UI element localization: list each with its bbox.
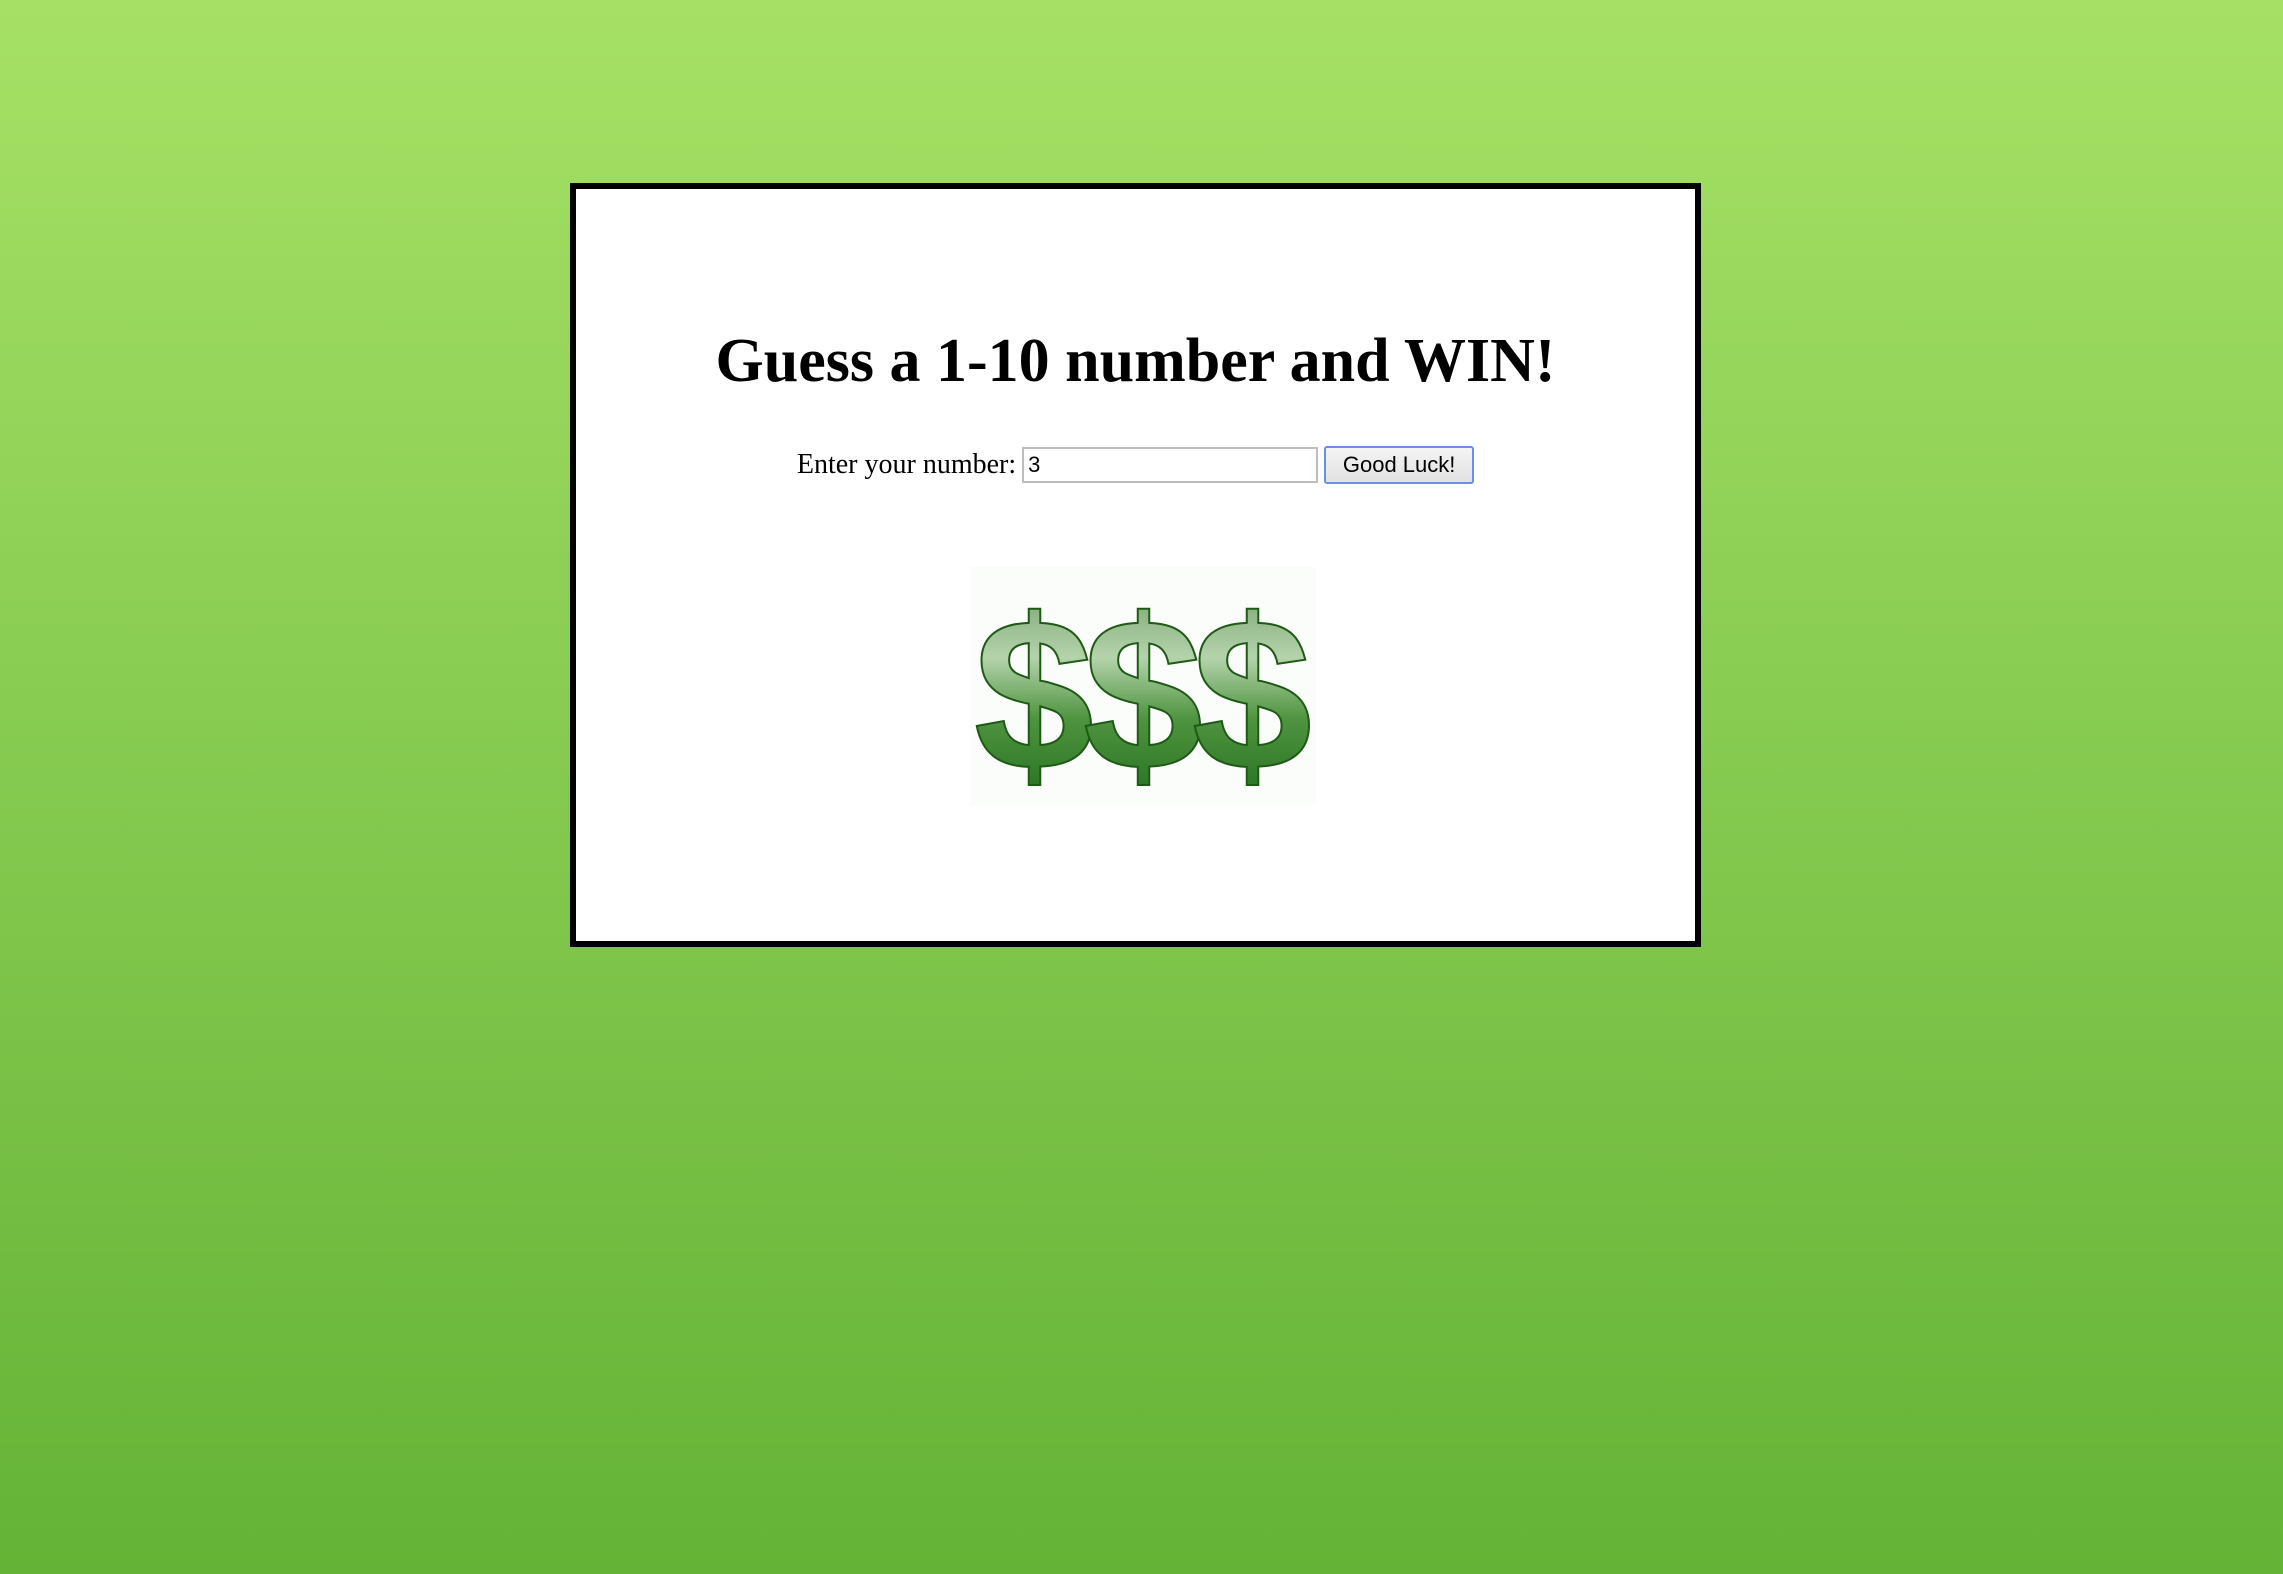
dollar-signs-icon: $ $ $ (973, 572, 1313, 805)
dollar-sign-1: $ (974, 573, 1094, 805)
good-luck-button[interactable]: Good Luck! (1324, 446, 1475, 484)
dollar-sign-2: $ (1083, 573, 1203, 805)
game-card: Guess a 1-10 number and WIN! Enter your … (570, 183, 1701, 947)
dollar-signs-image: $ $ $ (970, 567, 1316, 805)
number-input[interactable] (1022, 447, 1319, 483)
number-label: Enter your number: (796, 449, 1017, 480)
dollar-sign-3: $ (1192, 573, 1312, 805)
guess-form: Enter your number: Good Luck! (576, 446, 1695, 484)
page-title: Guess a 1-10 number and WIN! (715, 327, 1556, 395)
